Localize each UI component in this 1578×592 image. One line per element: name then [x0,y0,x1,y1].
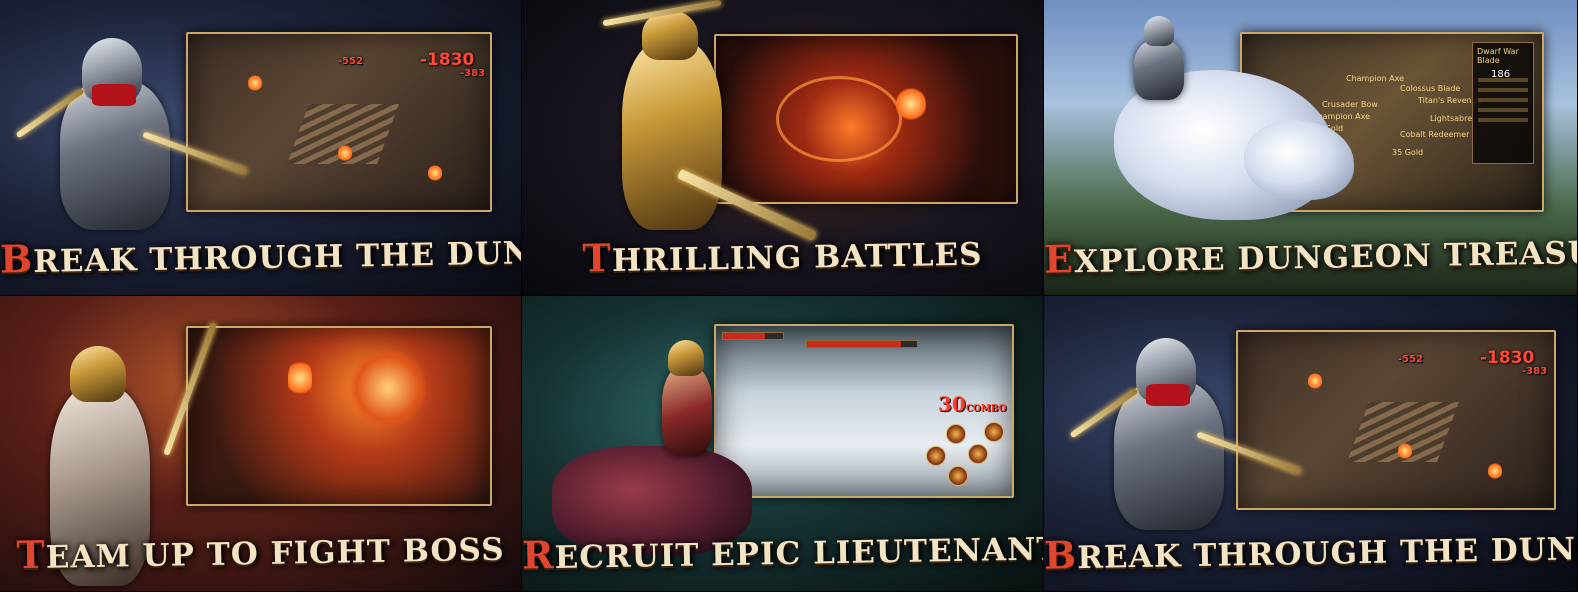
torch-icon [428,164,442,182]
damage-number: -552 [1398,354,1424,365]
damage-number: -1830 [420,50,475,70]
damage-number: -383 [1522,366,1548,377]
torch-icon [1308,372,1322,390]
skill-button-icon [926,446,946,466]
torch-icon [248,74,262,92]
skill-button-icon [948,466,968,486]
loot-label: Champion Axe [1346,74,1405,83]
skill-button-icon [968,444,988,464]
panel-caption: BREAK THROUGH THE DUNGEON [0,233,522,282]
item-info-card: Dwarf War Blade 186 [1472,42,1534,164]
flame-icon [288,358,312,398]
panel-thrilling-battles[interactable]: THRILLING BATTLES [522,0,1044,296]
torch-icon [1398,442,1412,460]
panel-caption: THRILLING BATTLES [582,234,983,281]
panel-break-through-dungeon-2[interactable]: -552 -1830 -383 BREAK THROUGH THE DUNGEO… [1044,296,1578,592]
skill-button-icon [946,424,966,444]
gameplay-screenshot: -552 -1830 -383 [186,32,492,212]
fire-boss-icon [348,348,428,428]
combo-counter: 30COMBO [938,392,1007,416]
panel-caption: RECRUIT EPIC LIEUTENANTS [522,530,1044,578]
spell-circle [776,76,902,162]
damage-number: -552 [338,56,364,67]
panel-caption: TEAM UP TO FIGHT BOSS [16,531,505,578]
panel-break-through-dungeon[interactable]: -552 -1830 -383 BREAK THROUGH THE DUNGEO… [0,0,522,296]
damage-number: -383 [460,68,486,79]
panel-explore-treasures[interactable]: Champion Axe Colossus Blade Crusader Bow… [1044,0,1578,296]
panel-recruit-lieutenants[interactable]: 30COMBO RECRUIT EPIC LIEUTENANTS [522,296,1044,592]
loot-label: Colossus Blade [1400,84,1461,93]
panel-caption: EXPLORE DUNGEON TREASURES [1044,233,1578,282]
torch-icon [338,144,352,162]
knight-hero [1069,320,1302,550]
panel-caption: BREAK THROUGH THE DUNGEON [1044,529,1578,578]
torch-icon [1488,462,1502,480]
loot-label: Lightsabre [1430,114,1473,123]
loot-label: Cobalt Redeemer [1400,130,1470,139]
damage-number: -1830 [1480,348,1535,368]
screenshot-grid: -552 -1830 -383 BREAK THROUGH THE DUNGEO… [0,0,1578,592]
item-card-title: Dwarf War Blade [1477,47,1519,65]
knight-hero [15,20,248,250]
gameplay-screenshot [186,326,492,506]
fire-burst-icon [896,86,926,122]
loot-label: Crusader Bow [1322,100,1378,109]
loot-label: 35 Gold [1392,148,1424,157]
rider-hero [1124,10,1204,110]
panel-team-up-boss[interactable]: TEAM UP TO FIGHT BOSS [0,296,522,592]
gameplay-screenshot: -552 -1830 -383 [1236,330,1556,510]
boss-hp-bar [806,340,918,348]
skill-button-icon [984,422,1004,442]
